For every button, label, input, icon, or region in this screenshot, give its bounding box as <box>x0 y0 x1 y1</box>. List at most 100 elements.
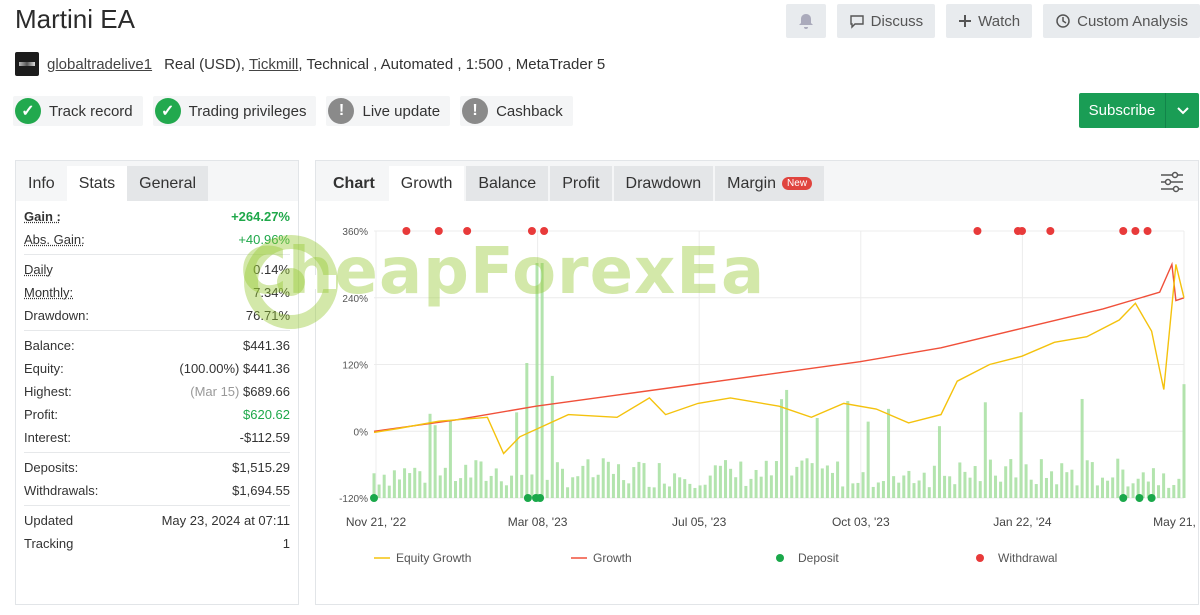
tab-chart: Chart <box>333 174 375 192</box>
stat-label: Drawdown: <box>24 308 90 323</box>
volume-bar <box>764 460 768 498</box>
tab-growth[interactable]: Growth <box>388 166 465 201</box>
volume-bar <box>729 468 733 498</box>
volume-bar <box>1039 459 1043 498</box>
stat-value: $1,694.55 <box>232 483 290 498</box>
y-tick-label: 360% <box>342 227 368 238</box>
chart-settings-button[interactable] <box>1160 171 1184 198</box>
username-link[interactable]: globaltradelive1 <box>47 56 152 73</box>
badge-trading-privileges[interactable]: ✓ Trading privileges <box>152 96 317 126</box>
discuss-label: Discuss <box>870 12 924 30</box>
stat-label[interactable]: Gain : <box>24 209 61 224</box>
tab-drawdown[interactable]: Drawdown <box>613 166 714 201</box>
volume-bar <box>688 483 692 498</box>
badge-cashback[interactable]: ! Cashback <box>460 96 573 126</box>
volume-bar <box>581 465 585 498</box>
page-title: Martini EA <box>15 4 135 34</box>
volume-bar <box>836 461 840 498</box>
volume-bar <box>963 471 967 498</box>
tab-profit[interactable]: Profit <box>550 166 612 201</box>
bell-icon <box>798 14 813 29</box>
broker-link[interactable]: Tickmill <box>249 56 298 73</box>
badge-label: Live update <box>362 102 441 120</box>
volume-bar <box>754 469 758 498</box>
tab-balance[interactable]: Balance <box>466 166 549 201</box>
chevron-down-icon[interactable] <box>1165 93 1199 128</box>
y-tick-label: 240% <box>342 294 368 305</box>
volume-bar <box>999 481 1003 498</box>
volume-bar <box>881 481 885 498</box>
tab-margin[interactable]: Margin New <box>715 166 825 201</box>
volume-bar <box>785 389 789 498</box>
volume-bar <box>866 421 870 498</box>
verification-badges: ✓ Track record ✓ Trading privileges ! Li… <box>13 96 573 126</box>
volume-bar <box>459 478 463 498</box>
subscribe-button[interactable]: Subscribe <box>1079 93 1199 128</box>
volume-bar <box>1019 412 1023 498</box>
chat-icon <box>849 15 864 29</box>
volume-bar <box>871 486 875 498</box>
stat-label: Withdrawals: <box>24 483 99 498</box>
volume-bar <box>851 483 855 498</box>
stat-equity: Equity: (100.00%) $441.36 <box>24 357 290 380</box>
x-tick-label: Oct 03, '23 <box>832 515 890 529</box>
stat-label[interactable]: Monthly: <box>24 285 73 300</box>
volume-bar <box>1141 472 1145 498</box>
watermark-logo <box>244 235 338 329</box>
volume-bar <box>1177 478 1181 498</box>
growth-chart[interactable]: 360% 240% 120% 0% -120% Nov 21, '22 Mar 08, '2… <box>316 201 1198 604</box>
series-line-equity-growth <box>373 264 1185 455</box>
stat-value: $1,515.29 <box>232 460 290 475</box>
stat-withdrawals: Withdrawals: $1,694.55 <box>24 479 290 502</box>
volume-bar <box>876 482 880 498</box>
stat-gain: Gain : +264.27% <box>24 205 290 228</box>
watch-button[interactable]: Watch <box>946 4 1033 38</box>
stat-label[interactable]: Daily <box>24 262 53 277</box>
badge-track-record[interactable]: ✓ Track record <box>13 96 143 126</box>
discuss-button[interactable]: Discuss <box>836 4 936 38</box>
badge-label: Track record <box>49 102 133 120</box>
stat-value: $620.62 <box>243 407 290 422</box>
tab-stats[interactable]: Stats <box>66 166 128 201</box>
custom-analysis-button[interactable]: Custom Analysis <box>1043 4 1200 38</box>
stat-label: Deposits: <box>24 460 79 475</box>
volume-bar <box>433 425 437 498</box>
volume-bar <box>805 458 809 498</box>
volume-bar <box>448 420 452 498</box>
volume-bar <box>555 462 559 498</box>
account-meta: globaltradelive1 Real (USD), Tickmill , … <box>15 52 605 76</box>
x-tick-label: Jul 05, '23 <box>672 515 727 529</box>
stats-tabs: Info Stats General <box>16 161 298 201</box>
clock-icon <box>1056 14 1070 28</box>
volume-bar <box>667 486 671 498</box>
volume-bar <box>1085 460 1089 498</box>
notification-button[interactable] <box>785 4 826 38</box>
volume-bar <box>1014 477 1018 498</box>
volume-bar <box>484 480 488 498</box>
stat-label: Balance: <box>24 338 75 353</box>
stat-updated: Updated May 23, 2024 at 07:11 <box>24 509 290 532</box>
tab-general[interactable]: General <box>127 166 209 201</box>
legend-swatch <box>776 554 784 562</box>
x-tick-label: Jan 22, '24 <box>993 515 1052 529</box>
withdrawal-marker <box>463 227 472 235</box>
stat-value: $441.36 <box>243 361 290 376</box>
volume-bar <box>892 476 896 498</box>
stat-deposits: Deposits: $1,515.29 <box>24 456 290 479</box>
avatar[interactable] <box>15 52 39 76</box>
volume-bar <box>917 480 921 498</box>
volume-bar <box>978 481 982 498</box>
badge-live-update[interactable]: ! Live update <box>326 96 451 126</box>
volume-bar <box>724 460 728 498</box>
stat-label: Tracking <box>24 536 74 551</box>
volume-bar <box>922 472 926 498</box>
volume-bar <box>1029 479 1033 498</box>
tab-info[interactable]: Info <box>16 166 67 201</box>
y-tick-label: 120% <box>342 361 368 372</box>
badge-label: Cashback <box>496 102 563 120</box>
volume-bar <box>443 467 447 498</box>
stat-label[interactable]: Abs. Gain: <box>24 232 85 247</box>
volume-bar <box>560 468 564 498</box>
equity-percent: (100.00%) <box>179 361 240 376</box>
withdrawal-marker <box>1143 227 1152 235</box>
